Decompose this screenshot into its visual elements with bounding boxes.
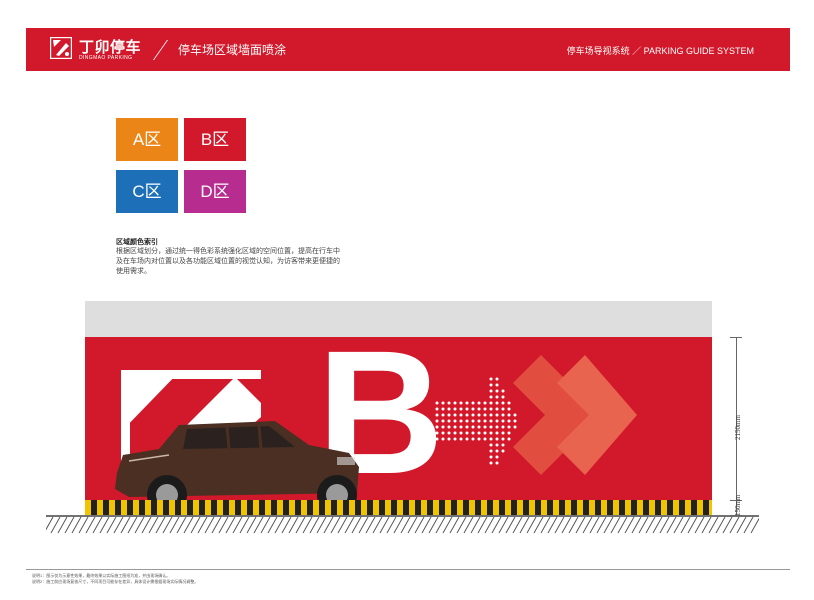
page-title: 停车场区域墙面喷涂 (178, 43, 287, 57)
footnote-2: 说明2：施工前应现场复核尺寸，不同项目可能存在差异，具体设计需根据现场实际情况调… (32, 579, 199, 584)
brand-name-en: DINGMAO PARKING (79, 55, 133, 61)
zone-tile-c: C区 (116, 170, 178, 213)
header-bar: 丁卯停车 DINGMAO PARKING 停车场区域墙面喷涂 停车场导视系统 ／… (26, 28, 790, 71)
car-icon (115, 421, 359, 500)
wall-painted-area: B (85, 337, 712, 500)
floor-hatching (46, 515, 759, 534)
dimension-label-lower: 150mm (734, 494, 742, 516)
dimension-label-upper: 2150mm (734, 415, 742, 440)
description-title: 区域颜色索引 (116, 239, 158, 246)
zone-tile-b: B区 (184, 118, 246, 161)
zone-tile-d: D区 (184, 170, 246, 213)
wall-top-band (85, 301, 712, 337)
brand-name: 丁卯停车 (79, 39, 142, 56)
dotted-arrow-icon (435, 377, 517, 465)
safety-stripe (85, 500, 712, 515)
footer-divider (26, 569, 790, 570)
brand-logo-icon (50, 37, 72, 59)
description-body: 根据区域划分，通过统一得色彩系统强化区域的空间位置，提高在行车中及在车场内对位置… (116, 248, 340, 275)
header-divider (152, 40, 169, 60)
system-name: 停车场导视系统 ／ PARKING GUIDE SYSTEM (566, 46, 754, 56)
zone-tile-a: A区 (116, 118, 178, 161)
